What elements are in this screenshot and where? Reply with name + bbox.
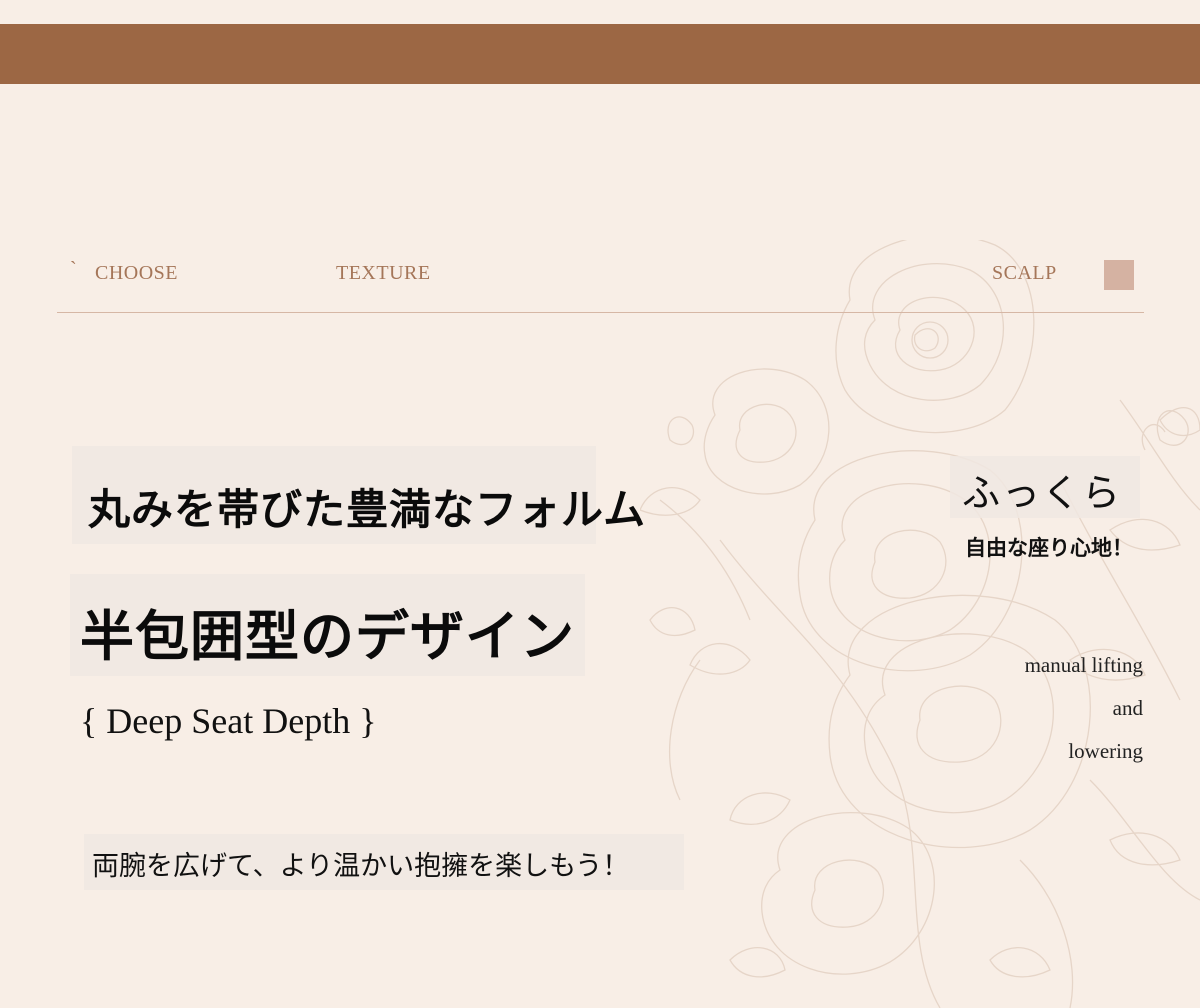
square-marker-icon	[1104, 260, 1134, 290]
manual-line-2: and	[1112, 696, 1143, 720]
manual-lifting-text: manual lifting and lowering	[943, 644, 1143, 773]
nav-texture-link[interactable]: TEXTURE	[336, 262, 431, 285]
nav-divider	[57, 312, 1144, 313]
nav-scalp-link[interactable]: SCALP	[992, 262, 1057, 285]
rose-line-art-icon	[640, 240, 1200, 1008]
embrace-caption: 両腕を広げて、より温かい抱擁を楽しもう！	[92, 851, 630, 882]
fukkura-label: ふっくら	[962, 471, 1123, 515]
headline-semi-enclosed-design: 半包囲型のデザイン	[80, 605, 575, 668]
nav-tick-mark: `	[70, 258, 78, 280]
deep-seat-depth-label: { Deep Seat Depth }	[80, 701, 377, 741]
top-brown-band	[0, 24, 1200, 84]
nav-choose-link[interactable]: CHOOSE	[95, 262, 178, 285]
manual-line-3: lowering	[1068, 739, 1143, 763]
manual-line-1: manual lifting	[1024, 653, 1143, 677]
free-seating-label: 自由な座り心地！	[965, 536, 1133, 560]
headline-rounded-form: 丸みを帯びた豊満なフォルム	[88, 485, 647, 534]
category-nav: ` CHOOSE TEXTURE SCALP	[57, 250, 1144, 314]
